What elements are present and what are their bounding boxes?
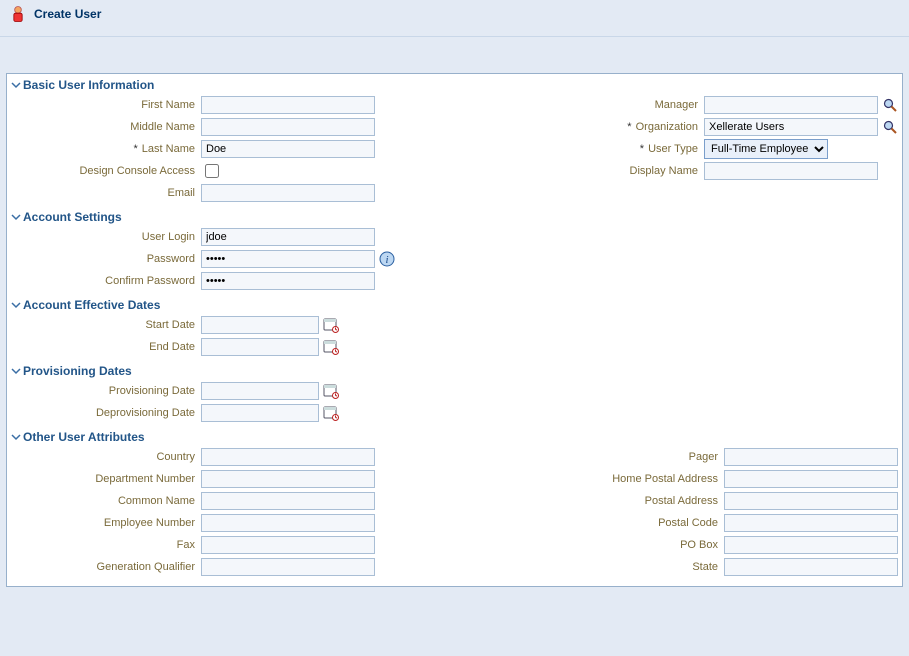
label-home-postal-address: Home Postal Address xyxy=(474,473,724,485)
info-icon[interactable]: i xyxy=(379,251,395,267)
section-header-other[interactable]: Other User Attributes xyxy=(11,428,898,446)
postal-address-input[interactable] xyxy=(724,492,898,510)
start-date-input[interactable] xyxy=(201,316,319,334)
section-other: Other User Attributes Country Department… xyxy=(11,428,898,578)
label-organization: * Organization xyxy=(454,121,704,133)
email-input[interactable] xyxy=(201,184,375,202)
label-design-console: Design Console Access xyxy=(11,165,201,177)
section-title-other: Other User Attributes xyxy=(23,430,145,444)
state-input[interactable] xyxy=(724,558,898,576)
label-po-box: PO Box xyxy=(474,539,724,551)
calendar-icon[interactable] xyxy=(323,317,339,333)
section-header-basic[interactable]: Basic User Information xyxy=(11,76,898,94)
label-end-date: End Date xyxy=(11,341,201,353)
common-name-input[interactable] xyxy=(201,492,375,510)
section-provisioning: Provisioning Dates Provisioning Date Dep… xyxy=(11,362,898,424)
country-input[interactable] xyxy=(201,448,375,466)
label-deprovisioning-date: Deprovisioning Date xyxy=(11,407,201,419)
label-common-name: Common Name xyxy=(11,495,201,507)
middle-name-input[interactable] xyxy=(201,118,375,136)
svg-text:i: i xyxy=(385,254,388,266)
calendar-icon[interactable] xyxy=(323,405,339,421)
label-postal-address: Postal Address xyxy=(474,495,724,507)
label-provisioning-date: Provisioning Date xyxy=(11,385,201,397)
po-box-input[interactable] xyxy=(724,536,898,554)
fax-input[interactable] xyxy=(201,536,375,554)
organization-input[interactable] xyxy=(704,118,878,136)
pager-input[interactable] xyxy=(724,448,898,466)
label-first-name: First Name xyxy=(11,99,201,111)
section-title-basic: Basic User Information xyxy=(23,78,154,92)
label-display-name: Display Name xyxy=(454,165,704,177)
label-fax: Fax xyxy=(11,539,201,551)
label-department-number: Department Number xyxy=(11,473,201,485)
section-title-provisioning: Provisioning Dates xyxy=(23,364,132,378)
postal-code-input[interactable] xyxy=(724,514,898,532)
section-account: Account Settings User Login Password i xyxy=(11,208,898,292)
department-number-input[interactable] xyxy=(201,470,375,488)
section-title-effective: Account Effective Dates xyxy=(23,298,160,312)
chevron-down-icon xyxy=(11,80,21,90)
design-console-checkbox[interactable] xyxy=(205,164,219,178)
display-name-input[interactable] xyxy=(704,162,878,180)
calendar-icon[interactable] xyxy=(323,339,339,355)
label-user-type: * User Type xyxy=(454,143,704,155)
calendar-icon[interactable] xyxy=(323,383,339,399)
section-header-effective[interactable]: Account Effective Dates xyxy=(11,296,898,314)
label-manager: Manager xyxy=(454,99,704,111)
label-generation-qualifier: Generation Qualifier xyxy=(11,561,201,573)
label-confirm-password: Confirm Password xyxy=(11,275,201,287)
search-icon[interactable] xyxy=(882,119,898,135)
label-pager: Pager xyxy=(474,451,724,463)
home-postal-address-input[interactable] xyxy=(724,470,898,488)
page-header: Create User xyxy=(0,0,909,37)
manager-input[interactable] xyxy=(704,96,878,114)
deprovisioning-date-input[interactable] xyxy=(201,404,319,422)
end-date-input[interactable] xyxy=(201,338,319,356)
password-input[interactable] xyxy=(201,250,375,268)
user-login-input[interactable] xyxy=(201,228,375,246)
chevron-down-icon xyxy=(11,432,21,442)
section-title-account: Account Settings xyxy=(23,210,122,224)
chevron-down-icon xyxy=(11,300,21,310)
form-panel: Basic User Information First Name Middle… xyxy=(6,73,903,587)
employee-number-input[interactable] xyxy=(201,514,375,532)
label-country: Country xyxy=(11,451,201,463)
label-email: Email xyxy=(11,187,201,199)
provisioning-date-input[interactable] xyxy=(201,382,319,400)
section-basic: Basic User Information First Name Middle… xyxy=(11,76,898,204)
first-name-input[interactable] xyxy=(201,96,375,114)
label-start-date: Start Date xyxy=(11,319,201,331)
label-postal-code: Postal Code xyxy=(474,517,724,529)
confirm-password-input[interactable] xyxy=(201,272,375,290)
user-type-select[interactable]: Full-Time Employee xyxy=(704,139,828,159)
label-user-login: User Login xyxy=(11,231,201,243)
label-state: State xyxy=(474,561,724,573)
section-header-provisioning[interactable]: Provisioning Dates xyxy=(11,362,898,380)
label-employee-number: Employee Number xyxy=(11,517,201,529)
user-icon xyxy=(8,4,28,24)
section-effective: Account Effective Dates Start Date End D… xyxy=(11,296,898,358)
search-icon[interactable] xyxy=(882,97,898,113)
label-last-name: * Last Name xyxy=(11,143,201,155)
chevron-down-icon xyxy=(11,212,21,222)
section-header-account[interactable]: Account Settings xyxy=(11,208,898,226)
chevron-down-icon xyxy=(11,366,21,376)
page-title: Create User xyxy=(34,7,101,21)
last-name-input[interactable] xyxy=(201,140,375,158)
label-middle-name: Middle Name xyxy=(11,121,201,133)
generation-qualifier-input[interactable] xyxy=(201,558,375,576)
label-password: Password xyxy=(11,253,201,265)
